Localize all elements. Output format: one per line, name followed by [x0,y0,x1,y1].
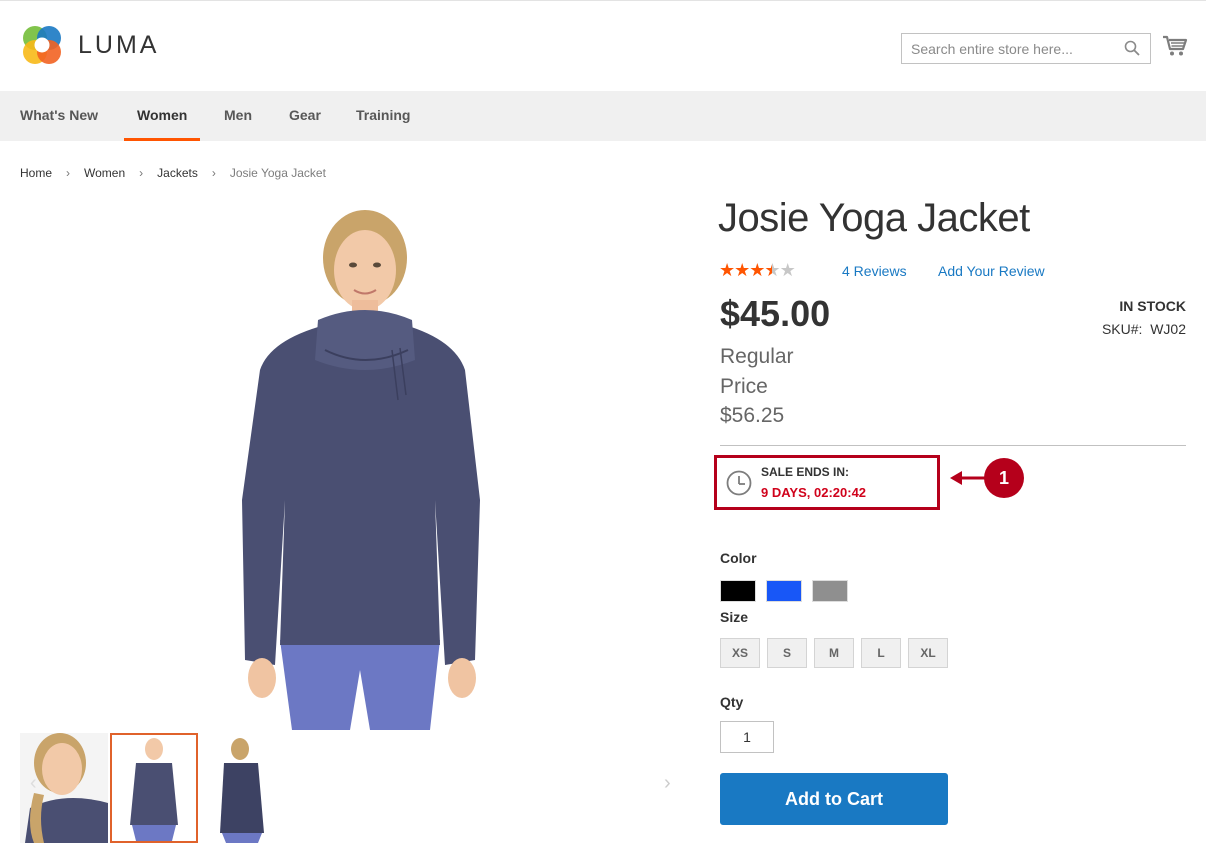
reviews-link[interactable]: 4 Reviews [842,263,907,279]
callout-badge: 1 [984,458,1024,498]
sku-value: WJ02 [1150,321,1186,337]
product-main-image[interactable] [230,200,490,730]
breadcrumb-current: Josie Yoga Jacket [229,166,326,180]
breadcrumb: Home › Women › Jackets › Josie Yoga Jack… [20,166,326,180]
qty-input[interactable] [720,721,774,753]
star-empty-icon: ★ [779,260,796,280]
sku-label: SKU#: [1101,321,1143,337]
add-review-link[interactable]: Add Your Review [938,263,1045,279]
nav-item-gear[interactable]: Gear [289,91,321,141]
main-navigation: What's New Women Men Gear Training [0,91,1206,141]
stock-status: IN STOCK [1119,298,1186,314]
product-title: Josie Yoga Jacket [718,196,1030,240]
sku: SKU#: WJ02 [1102,321,1186,337]
store-logo[interactable]: LUMA [20,23,159,67]
nav-item-whats-new[interactable]: What's New [20,91,98,141]
color-swatch-gray[interactable] [812,580,848,602]
size-option-xs[interactable]: XS [720,638,760,668]
breadcrumb-separator: › [211,166,216,180]
final-price: $45.00 [720,293,831,334]
qty-label: Qty [720,694,744,710]
size-option-m[interactable]: M [814,638,854,668]
color-label: Color [720,550,757,566]
clock-icon [726,470,752,496]
sale-countdown-timer: 9 DAYS, 02:20:42 [761,485,867,500]
gallery-next-icon[interactable]: › [664,772,671,795]
thumbnail-image [200,733,288,843]
search-box [901,33,1151,64]
star-icon: ★ [749,260,765,280]
search-icon[interactable] [1124,40,1140,56]
breadcrumb-women[interactable]: Women [84,166,125,180]
thumbnail-3[interactable] [200,733,288,843]
half-star-icon: ★ [764,260,780,280]
regular-price-label: Regular Price [720,345,794,398]
size-label: Size [720,609,749,625]
logo-text: LUMA [78,30,160,59]
breadcrumb-separator: › [139,166,144,180]
search-input[interactable] [902,34,1112,63]
page-header: LUMA [0,0,1206,91]
breadcrumb-home[interactable]: Home [20,166,52,180]
nav-item-training[interactable]: Training [356,91,410,141]
add-to-cart-button[interactable]: Add to Cart [720,773,948,825]
star-icon: ★ [734,260,750,280]
regular-price: $56.25 [720,404,785,427]
color-swatch-blue[interactable] [766,580,802,602]
thumbnail-2[interactable] [110,733,198,843]
nav-item-women[interactable]: Women [124,91,201,141]
rating-stars: ★★★★★ [719,260,796,281]
sale-countdown: SALE ENDS IN: 9 DAYS, 02:20:42 [714,455,940,510]
size-option-xl[interactable]: XL [908,638,948,668]
luma-logo-icon [23,26,61,64]
nav-item-men[interactable]: Men [224,91,252,141]
cart-icon[interactable] [1162,35,1188,57]
size-option-l[interactable]: L [861,638,901,668]
gallery-prev-icon[interactable]: ‹ [30,772,37,795]
star-icon: ★ [719,260,735,280]
thumbnail-image [112,735,196,841]
size-option-s[interactable]: S [767,638,807,668]
color-swatch-black[interactable] [720,580,756,602]
divider [720,445,1186,446]
breadcrumb-jackets[interactable]: Jackets [157,166,198,180]
breadcrumb-separator: › [66,166,71,180]
callout-arrow-icon [950,471,986,485]
sale-label: SALE ENDS IN: [761,465,850,479]
